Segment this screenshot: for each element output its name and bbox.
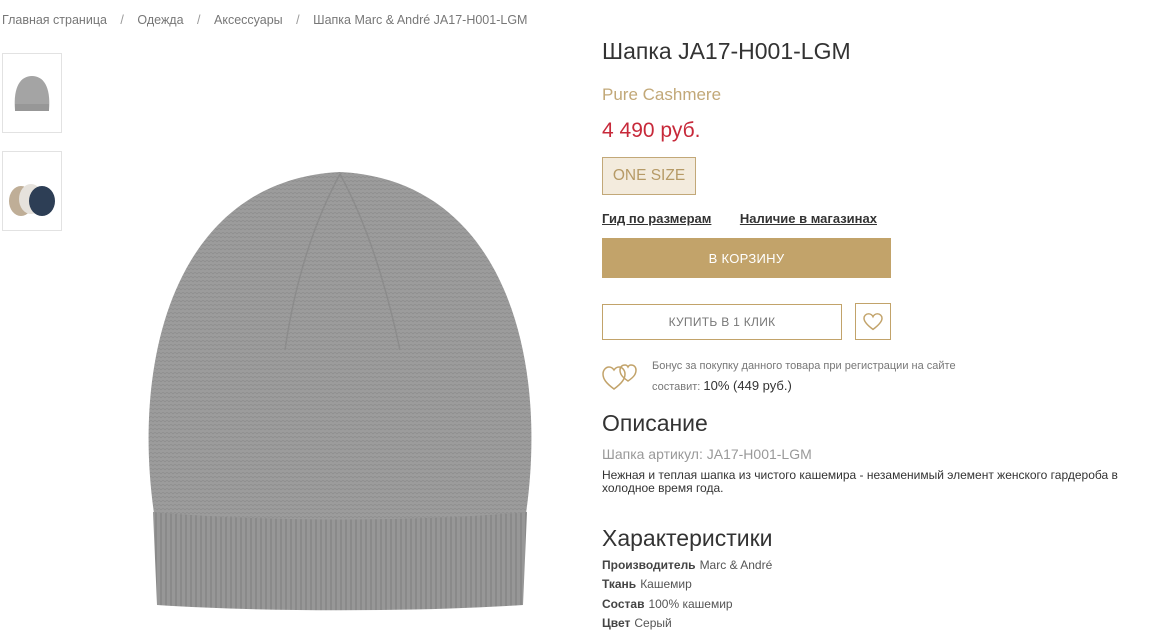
characteristic-row: Цвет Серый — [602, 616, 672, 630]
product-main-image[interactable] — [125, 160, 555, 620]
characteristic-row: Производитель Marc & André — [602, 558, 772, 572]
product-article: Шапка артикул: JA17-H001-LGM — [602, 446, 812, 462]
breadcrumb: Главная страница / Одежда / Аксессуары /… — [2, 13, 527, 27]
size-guide-link[interactable]: Гид по размерам — [602, 211, 711, 226]
description-heading: Описание — [602, 410, 708, 436]
add-to-cart-button[interactable]: В КОРЗИНУ — [602, 238, 891, 278]
characteristic-value: 100% кашемир — [648, 597, 733, 611]
bonus-text: Бонус за покупку данного товара при реги… — [652, 356, 982, 397]
product-brand[interactable]: Pure Cashmere — [602, 85, 721, 105]
thumbnail-color-variants[interactable] — [2, 151, 62, 231]
size-option-one-size[interactable]: ONE SIZE — [602, 157, 696, 195]
characteristic-label: Цвет — [602, 616, 631, 630]
product-title: Шапка JA17-H001-LGM — [602, 38, 851, 64]
buy-one-click-button[interactable]: КУПИТЬ В 1 КЛИК — [602, 304, 842, 340]
breadcrumb-clothes[interactable]: Одежда — [137, 13, 183, 27]
heart-icon — [863, 312, 883, 330]
hat-thumbnail-image — [14, 76, 50, 111]
gray-beanie-image — [148, 172, 532, 611]
breadcrumb-accessories[interactable]: Аксессуары — [214, 13, 283, 27]
product-links: Гид по размерам Наличие в магазинах — [602, 210, 901, 228]
characteristics-heading: Характеристики — [602, 525, 773, 551]
breadcrumb-current: Шапка Marc & André JA17-H001-LGM — [313, 13, 528, 27]
characteristic-value: Кашемир — [640, 577, 692, 591]
breadcrumb-separator: / — [197, 13, 201, 27]
characteristic-label: Производитель — [602, 558, 696, 572]
wishlist-button[interactable] — [855, 303, 891, 340]
hearts-icon — [602, 364, 637, 390]
thumbnail-list — [2, 53, 62, 249]
characteristic-row: Ткань Кашемир — [602, 577, 692, 591]
product-price: 4 490 руб. — [602, 119, 701, 142]
bonus-value: 10% (449 руб.) — [703, 378, 792, 393]
breadcrumb-home[interactable]: Главная страница — [2, 13, 107, 27]
breadcrumb-separator: / — [296, 13, 300, 27]
characteristic-value: Серый — [634, 616, 672, 630]
characteristic-row: Состав 100% кашемир — [602, 597, 733, 611]
characteristic-label: Ткань — [602, 577, 637, 591]
hat-variants-image — [9, 184, 55, 216]
characteristic-label: Состав — [602, 597, 645, 611]
description-text: Нежная и теплая шапка из чистого кашемир… — [602, 468, 1118, 495]
thumbnail-gray-hat[interactable] — [2, 53, 62, 133]
bonus-description: Бонус за покупку данного товара при реги… — [652, 360, 956, 393]
store-availability-link[interactable]: Наличие в магазинах — [740, 211, 877, 226]
characteristic-value: Marc & André — [699, 558, 773, 572]
breadcrumb-separator: / — [120, 13, 124, 27]
